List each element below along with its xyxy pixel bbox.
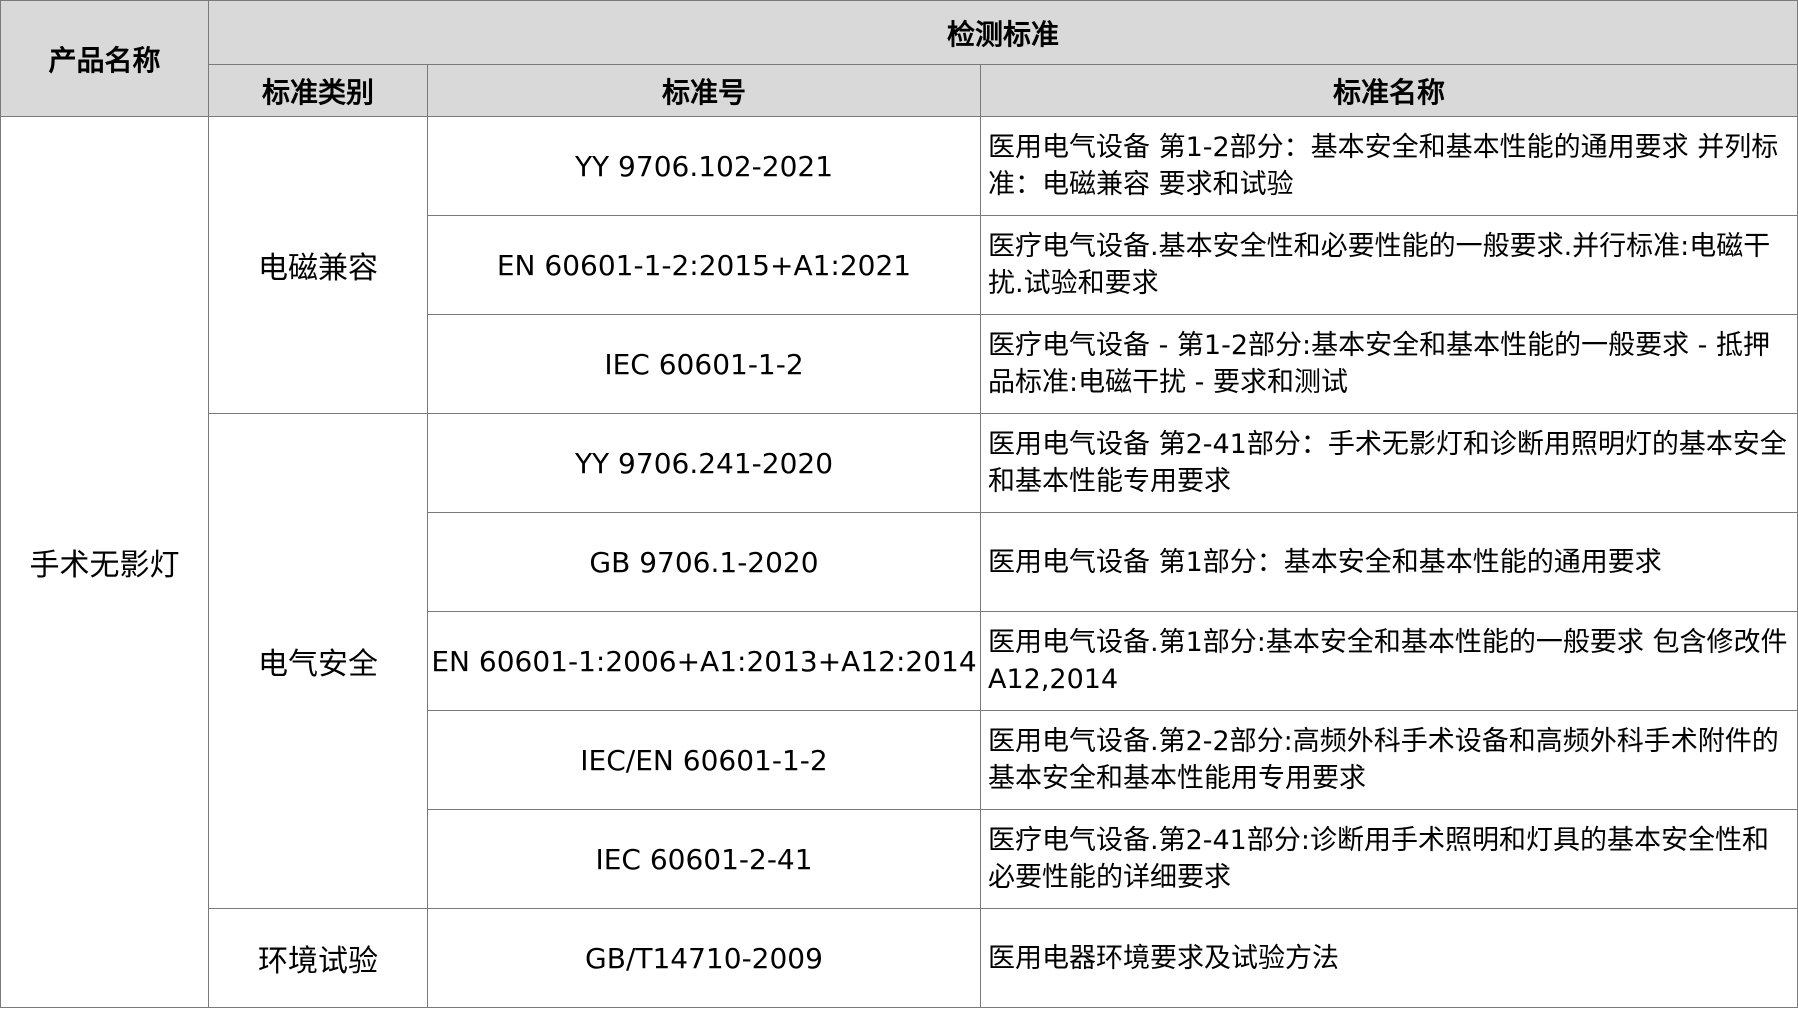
standard-name-cell: 医疗电气设备.基本安全性和必要性能的一般要求.并行标准:电磁干扰.试验和要求 (980, 215, 1798, 315)
standard-no-cell: EN 60601-1-2:2015+A1:2021 (427, 215, 981, 315)
standard-name-cell: 医疗电气设备 - 第1-2部分:基本安全和基本性能的一般要求 - 抵押品标准:电… (980, 314, 1798, 414)
standard-name-cell: 医用电气设备.第2-2部分:高频外科手术设备和高频外科手术附件的基本安全和基本性… (980, 710, 1798, 810)
category-header: 标准类别 (208, 64, 428, 117)
category-environmental-cell: 环境试验 (208, 908, 428, 1008)
table-row: 电气安全 YY 9706.241-2020 医用电气设备 第2-41部分：手术无… (1, 413, 1798, 909)
standard-name-header: 标准名称 (980, 64, 1798, 117)
product-name-header: 产品名称 (0, 0, 209, 117)
header-row-top: 产品名称 检测标准 (0, 0, 1798, 117)
standard-no-cell: IEC 60601-1-2 (427, 314, 981, 414)
table-row: 手术无影灯 电磁兼容 YY 9706.102-2021 医用电气设备 第1-2部… (0, 116, 1798, 1008)
standard-no-cell: YY 9706.241-2020 (427, 413, 981, 513)
standard-no-header: 标准号 (427, 64, 981, 117)
standard-name-cell: 医用电气设备 第1部分：基本安全和基本性能的通用要求 (980, 512, 1798, 612)
standards-table: 产品名称 检测标准 标准类别 标准号 标准名称 手术无影灯 电磁兼容 YY 97… (0, 0, 1798, 1008)
standard-name-cell: 医用电气设备 第1-2部分：基本安全和基本性能的通用要求 并列标准：电磁兼容 要… (980, 116, 1798, 216)
category-emc-cell: 电磁兼容 (208, 116, 428, 414)
header-row-sub: 标准类别 标准号 标准名称 (1, 64, 1798, 117)
standard-no-cell: EN 60601-1:2006+A1:2013+A12:2014 (427, 611, 981, 711)
standard-name-cell: 医用电器环境要求及试验方法 (980, 908, 1798, 1008)
product-cell: 手术无影灯 (0, 116, 209, 1008)
standard-no-cell: YY 9706.102-2021 (427, 116, 981, 216)
test-standard-header: 检测标准 (208, 0, 1798, 65)
standard-name-cell: 医用电气设备 第2-41部分：手术无影灯和诊断用照明灯的基本安全和基本性能专用要… (980, 413, 1798, 513)
standard-no-cell: GB 9706.1-2020 (427, 512, 981, 612)
standard-no-cell: GB/T14710-2009 (427, 908, 981, 1008)
standard-name-cell: 医疗电气设备.第2-41部分:诊断用手术照明和灯具的基本安全性和必要性能的详细要… (980, 809, 1798, 909)
standard-no-cell: IEC 60601-2-41 (427, 809, 981, 909)
table-row: 环境试验 GB/T14710-2009 医用电器环境要求及试验方法 (1, 908, 1798, 1008)
standard-no-cell: IEC/EN 60601-1-2 (427, 710, 981, 810)
category-electrical-cell: 电气安全 (208, 413, 428, 909)
standard-name-cell: 医用电气设备.第1部分:基本安全和基本性能的一般要求 包含修改件A12,2014 (980, 611, 1798, 711)
